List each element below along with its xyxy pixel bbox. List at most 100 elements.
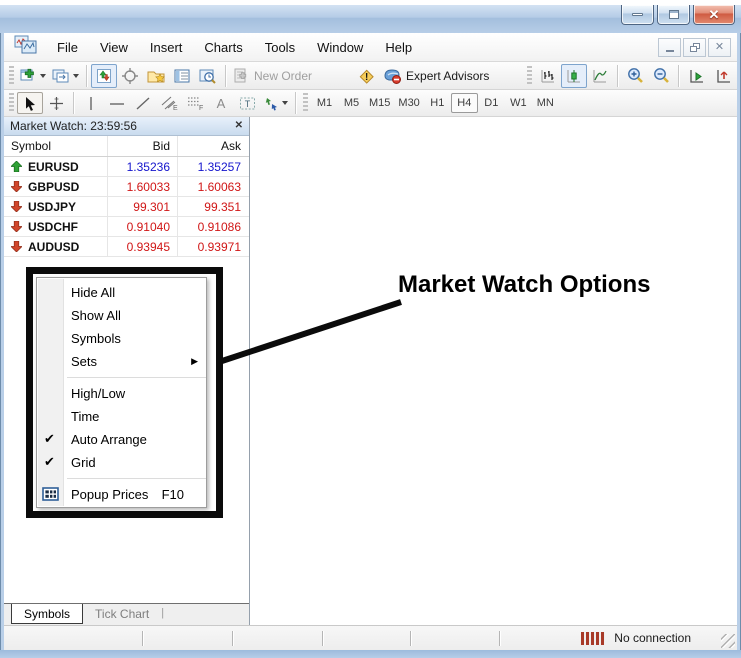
minimize-button[interactable]	[621, 5, 654, 25]
strategy-tester-icon	[199, 68, 217, 84]
auto-scroll-button[interactable]	[683, 64, 709, 88]
menu-item-label: Auto Arrange	[71, 432, 147, 447]
menu-item-symbols[interactable]: Symbols	[37, 327, 206, 350]
table-row-audusd[interactable]: AUDUSD 0.93945 0.93971	[4, 237, 249, 257]
navigator-button[interactable]	[143, 64, 169, 88]
menu-charts[interactable]: Charts	[193, 35, 253, 60]
new-order-icon	[233, 68, 250, 84]
menu-item-high-low[interactable]: High/Low	[37, 382, 206, 405]
toolbar-grip[interactable]	[9, 66, 14, 86]
mdi-restore-button[interactable]	[683, 38, 706, 57]
crosshair-icon	[49, 96, 64, 111]
profiles-dropdown-arrow	[73, 74, 79, 78]
close-button[interactable]: ✕	[693, 5, 735, 25]
timeframe-w1-button[interactable]: W1	[505, 93, 532, 113]
vertical-line-tool-button[interactable]	[78, 92, 104, 114]
market-watch-header[interactable]: Market Watch: 23:59:56 ✕	[4, 117, 249, 136]
menu-item-time[interactable]: Time	[37, 405, 206, 428]
menu-item-label: Symbols	[71, 331, 121, 346]
down-arrow-icon	[11, 221, 22, 232]
zoom-in-icon	[626, 67, 644, 84]
menu-tools[interactable]: Tools	[254, 35, 306, 60]
toolbar-grip[interactable]	[303, 93, 308, 113]
timeframe-d1-button[interactable]: D1	[478, 93, 505, 113]
toolbar-grip[interactable]	[9, 93, 14, 113]
symbol-name: USDCHF	[28, 220, 78, 234]
mdi-close-icon: ✕	[715, 42, 724, 53]
market-watch-column-headers[interactable]: Symbol Bid Ask	[4, 136, 249, 157]
window-caption-buttons: ✕	[621, 5, 735, 25]
chart-area[interactable]	[250, 117, 737, 625]
timeframe-h1-button[interactable]: H1	[424, 93, 451, 113]
strategy-tester-button[interactable]	[195, 64, 221, 88]
fibonacci-tool-button[interactable]: F	[182, 92, 208, 114]
column-header-symbol[interactable]: Symbol	[4, 136, 108, 156]
table-row-eurusd[interactable]: EURUSD 1.35236 1.35257	[4, 157, 249, 177]
metaeditor-button[interactable]: !	[353, 64, 379, 88]
tab-tick-chart[interactable]: Tick Chart	[83, 604, 161, 624]
menu-insert[interactable]: Insert	[139, 35, 194, 60]
maximize-button[interactable]	[657, 5, 690, 25]
timeframe-m5-button[interactable]: M5	[338, 93, 365, 113]
mdi-minimize-button[interactable]	[658, 38, 681, 57]
terminal-button[interactable]	[169, 64, 195, 88]
column-header-bid[interactable]: Bid	[108, 136, 178, 156]
tab-symbols[interactable]: Symbols	[11, 604, 83, 624]
cursor-tool-button[interactable]	[17, 92, 43, 114]
new-chart-dropdown-arrow	[40, 74, 46, 78]
menu-item-auto-arrange[interactable]: ✔Auto Arrange	[37, 428, 206, 451]
timeframe-m15-button[interactable]: M15	[365, 93, 394, 113]
resize-grip[interactable]	[721, 634, 735, 648]
market-watch-close-icon[interactable]: ✕	[235, 121, 243, 131]
equidistant-channel-tool-button[interactable]: E	[156, 92, 182, 114]
chart-shift-button[interactable]	[709, 64, 735, 88]
text-label-tool-button[interactable]: T	[234, 92, 260, 114]
table-row-usdjpy[interactable]: USDJPY 99.301 99.351	[4, 197, 249, 217]
chart-shift-icon	[714, 68, 731, 84]
up-arrow-icon	[11, 161, 22, 172]
down-arrow-icon	[11, 201, 22, 212]
table-row-gbpusd[interactable]: GBPUSD 1.60033 1.60063	[4, 177, 249, 197]
timeframe-h4-button[interactable]: H4	[451, 93, 478, 113]
arrows-tool-button[interactable]	[260, 92, 291, 114]
data-window-icon	[121, 68, 139, 84]
profiles-button[interactable]	[49, 64, 82, 88]
menu-item-show-all[interactable]: Show All	[37, 304, 206, 327]
candlestick-chart-icon	[566, 68, 582, 84]
menu-item-hide-all[interactable]: Hide All	[37, 281, 206, 304]
zoom-out-icon	[652, 67, 670, 84]
bid-value: 1.35236	[108, 157, 178, 176]
toolbar-grip[interactable]	[527, 66, 532, 86]
bar-chart-button[interactable]	[535, 64, 561, 88]
menu-item-popup-prices[interactable]: Popup Prices F10	[37, 483, 206, 506]
timeframe-m1-button[interactable]: M1	[311, 93, 338, 113]
timeframe-m30-button[interactable]: M30	[394, 93, 423, 113]
bid-value: 1.60033	[108, 177, 178, 196]
new-chart-button[interactable]	[17, 64, 49, 88]
market-watch-toggle-button[interactable]	[91, 64, 117, 88]
line-chart-button[interactable]	[587, 64, 613, 88]
menu-item-sets[interactable]: Sets▶	[37, 350, 206, 373]
horizontal-line-tool-button[interactable]	[104, 92, 130, 114]
menu-file[interactable]: File	[46, 35, 89, 60]
menu-window[interactable]: Window	[306, 35, 374, 60]
trendline-tool-button[interactable]	[130, 92, 156, 114]
menu-view[interactable]: View	[89, 35, 139, 60]
text-tool-button[interactable]: A	[208, 92, 234, 114]
menu-help[interactable]: Help	[374, 35, 423, 60]
menu-item-grid[interactable]: ✔Grid	[37, 451, 206, 474]
timeframe-mn-button[interactable]: MN	[532, 93, 559, 113]
zoom-out-button[interactable]	[648, 64, 674, 88]
crosshair-tool-button[interactable]	[43, 92, 69, 114]
mdi-close-button[interactable]: ✕	[708, 38, 731, 57]
expert-advisors-button[interactable]: Expert Advisors	[379, 64, 496, 88]
table-row-usdchf[interactable]: USDCHF 0.91040 0.91086	[4, 217, 249, 237]
status-divider	[142, 631, 143, 646]
new-order-button[interactable]: New Order	[230, 64, 319, 88]
zoom-in-button[interactable]	[622, 64, 648, 88]
fibonacci-icon: F	[186, 95, 204, 111]
candlestick-chart-button[interactable]	[561, 64, 587, 88]
symbol-name: EURUSD	[28, 160, 79, 174]
column-header-ask[interactable]: Ask	[178, 136, 248, 156]
data-window-button[interactable]	[117, 64, 143, 88]
